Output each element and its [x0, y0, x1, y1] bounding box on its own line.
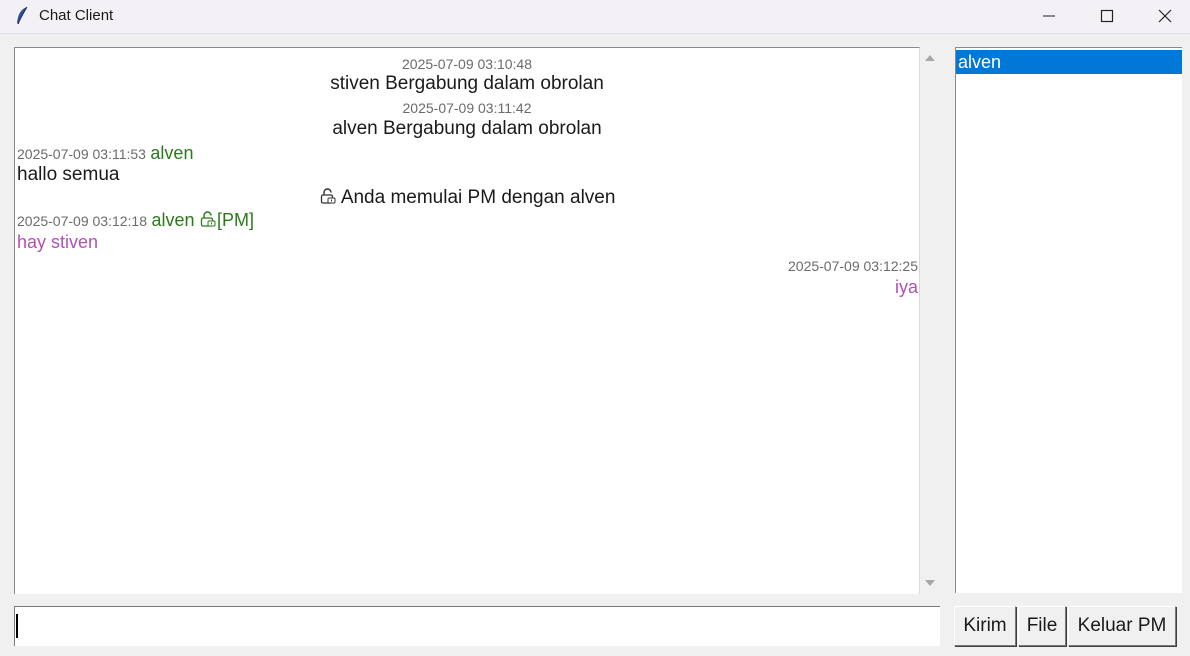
lock-icon	[199, 210, 217, 228]
maximize-button[interactable]	[1078, 0, 1136, 33]
system-message: stiven Bergabung dalam obrolan	[330, 73, 604, 94]
close-icon	[1158, 9, 1172, 23]
pm-notice-text: Anda memulai PM dengan alven	[340, 187, 616, 208]
maximize-icon	[1100, 9, 1114, 23]
leave-pm-button[interactable]: Keluar PM	[1068, 606, 1176, 646]
minimize-button[interactable]	[1020, 0, 1078, 33]
feather-icon	[15, 6, 29, 26]
user-list[interactable]: alven	[955, 47, 1182, 593]
message-timestamp: 2025-07-09 03:12:18	[17, 213, 147, 229]
message-timestamp: 2025-07-09 03:11:53	[17, 146, 146, 162]
chat-scrollbar[interactable]	[920, 47, 940, 593]
minimize-icon	[1043, 15, 1055, 17]
chat-client-window: Chat Client 2025-07-09 03:10:48 stiven B…	[0, 0, 1190, 656]
message-text: hallo semua	[17, 164, 120, 185]
window-title: Chat Client	[39, 7, 114, 24]
chat-log[interactable]: 2025-07-09 03:10:48 stiven Bergabung dal…	[14, 47, 920, 594]
pm-notice: Anda memulai PM dengan alven	[15, 187, 919, 208]
pm-tag: [PM]	[216, 210, 254, 230]
send-button[interactable]: Kirim	[954, 606, 1016, 646]
system-message: alven Bergabung dalam obrolan	[332, 118, 602, 139]
user-list-item[interactable]: alven	[956, 50, 1182, 74]
message-timestamp: 2025-07-09 03:11:42	[402, 100, 532, 116]
message-header: 2025-07-09 03:11:53 alven	[17, 143, 193, 165]
own-message-text: iya	[894, 277, 918, 297]
sender-name: alven	[151, 210, 195, 230]
title-bar[interactable]: Chat Client	[0, 0, 1190, 34]
message-timestamp: 2025-07-09 03:10:48	[402, 56, 532, 72]
scroll-up-icon[interactable]	[924, 53, 936, 63]
message-input[interactable]	[14, 606, 940, 646]
pm-message-text: hay stiven	[17, 232, 99, 252]
sender-name: alven	[150, 143, 194, 163]
text-cursor	[16, 614, 18, 638]
message-header: 2025-07-09 03:12:18 alven [PM]	[17, 210, 254, 232]
message-timestamp: 2025-07-09 03:12:25	[788, 258, 918, 274]
file-button[interactable]: File	[1018, 606, 1066, 646]
close-button[interactable]	[1136, 0, 1190, 33]
scroll-down-icon[interactable]	[924, 578, 936, 588]
lock-icon	[319, 187, 337, 205]
